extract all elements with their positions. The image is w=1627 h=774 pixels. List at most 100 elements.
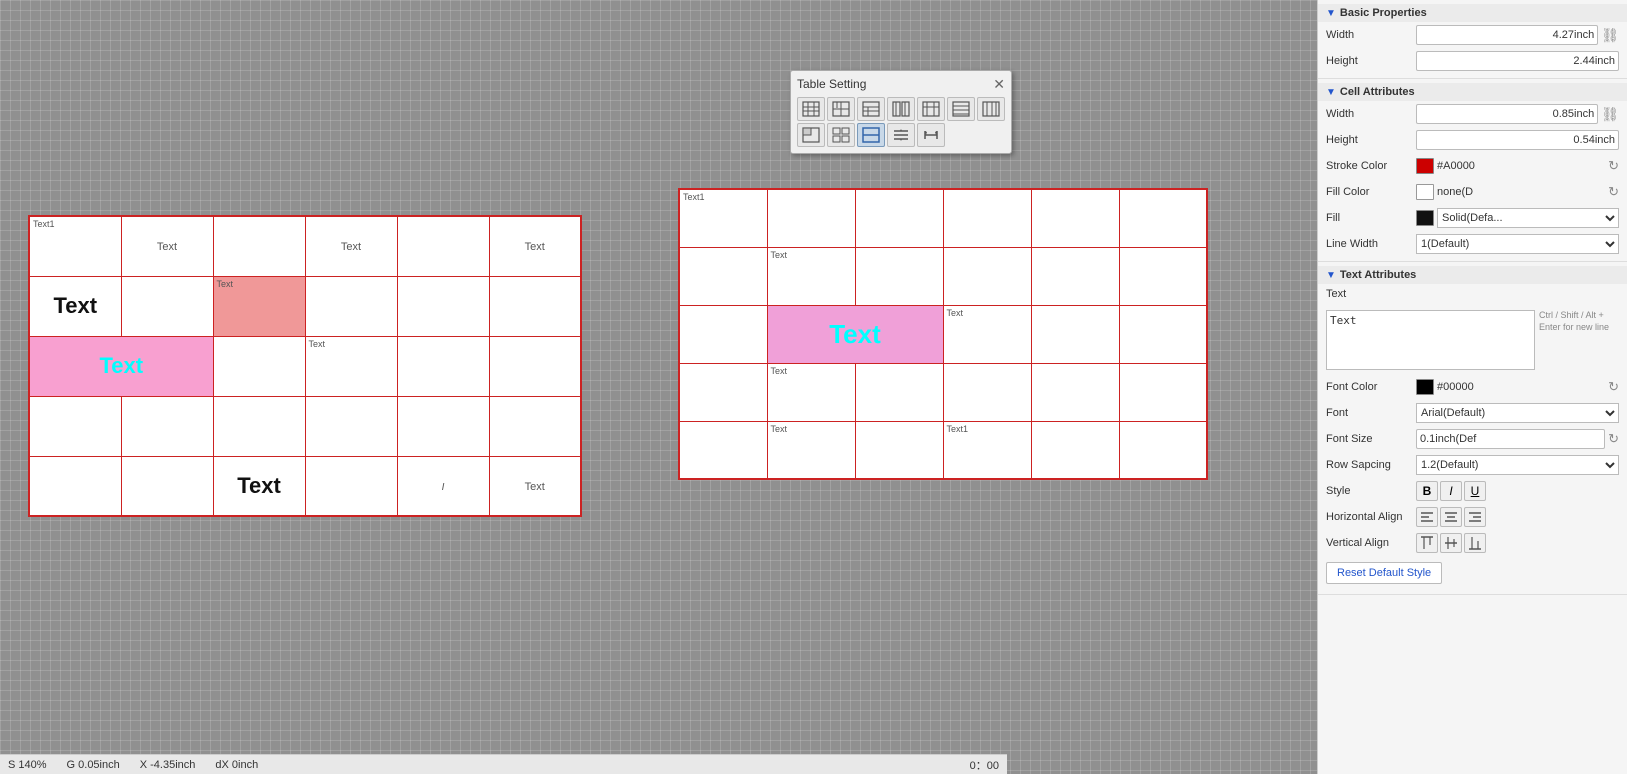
left-cell-1-5[interactable] [489, 276, 581, 336]
cell-width-input[interactable] [1416, 104, 1598, 124]
fill-color-refresh[interactable]: ↻ [1608, 184, 1619, 200]
left-cell-3-5[interactable] [489, 396, 581, 456]
fill-dropdown[interactable]: Solid(Defa... [1437, 208, 1619, 228]
left-cell-3-3[interactable] [305, 396, 397, 456]
stroke-color-refresh[interactable]: ↻ [1608, 158, 1619, 174]
left-cell-2-5[interactable] [489, 336, 581, 396]
line-width-dropdown[interactable]: 1(Default) [1416, 234, 1619, 254]
right-cell-2-5[interactable] [1119, 305, 1207, 363]
ts-icon-11[interactable] [887, 123, 915, 147]
right-cell-2-0[interactable] [679, 305, 767, 363]
left-cell-4-1[interactable] [121, 456, 213, 516]
row-spacing-dropdown[interactable]: 1.2(Default) [1416, 455, 1619, 475]
right-cell-0-2[interactable] [855, 189, 943, 247]
left-cell-0-0[interactable]: Text1 [29, 216, 121, 276]
left-cell-2-4[interactable] [397, 336, 489, 396]
right-cell-3-1[interactable]: Text [767, 363, 855, 421]
right-cell-1-0[interactable] [679, 247, 767, 305]
right-cell-1-4[interactable] [1031, 247, 1119, 305]
font-dropdown[interactable]: Arial(Default) [1416, 403, 1619, 423]
right-cell-4-0[interactable] [679, 421, 767, 479]
left-cell-3-2[interactable] [213, 396, 305, 456]
ts-icon-7[interactable] [977, 97, 1005, 121]
ts-icon-10[interactable] [857, 123, 885, 147]
right-cell-3-2[interactable] [855, 363, 943, 421]
left-cell-0-4[interactable] [397, 216, 489, 276]
link-icon-cell[interactable]: ⛓ [1601, 106, 1619, 123]
font-color-refresh[interactable]: ↻ [1608, 379, 1619, 395]
font-color-swatch[interactable] [1416, 379, 1434, 395]
right-cell-2-3[interactable]: Text [943, 305, 1031, 363]
left-cell-1-2[interactable]: Text [213, 276, 305, 336]
ts-icon-6[interactable] [947, 97, 975, 121]
right-cell-0-0[interactable]: Text1 [679, 189, 767, 247]
v-align-middle-button[interactable] [1440, 533, 1462, 553]
right-cell-0-1[interactable] [767, 189, 855, 247]
right-cell-3-3[interactable] [943, 363, 1031, 421]
right-cell-3-4[interactable] [1031, 363, 1119, 421]
reset-default-style-button[interactable]: Reset Default Style [1326, 562, 1442, 584]
right-cell-3-0[interactable] [679, 363, 767, 421]
left-cell-1-4[interactable] [397, 276, 489, 336]
left-cell-4-3[interactable] [305, 456, 397, 516]
cell-height-input[interactable] [1416, 130, 1619, 150]
right-cell-1-1[interactable]: Text [767, 247, 855, 305]
left-cell-3-4[interactable] [397, 396, 489, 456]
text-attributes-header[interactable]: ▼ Text Attributes [1318, 266, 1627, 284]
left-cell-1-1[interactable] [121, 276, 213, 336]
left-cell-2-2[interactable] [213, 336, 305, 396]
stroke-color-swatch[interactable] [1416, 158, 1434, 174]
left-cell-2-3[interactable]: Text [305, 336, 397, 396]
basic-properties-header[interactable]: ▼ Basic Properties [1318, 4, 1627, 22]
ts-icon-4[interactable] [887, 97, 915, 121]
v-align-top-button[interactable] [1416, 533, 1438, 553]
underline-button[interactable]: U [1464, 481, 1486, 501]
right-cell-3-5[interactable] [1119, 363, 1207, 421]
left-cell-0-5[interactable]: Text [489, 216, 581, 276]
right-cell-2-1[interactable]: Text [767, 305, 943, 363]
right-cell-0-5[interactable] [1119, 189, 1207, 247]
left-cell-1-3[interactable] [305, 276, 397, 336]
left-cell-0-1[interactable]: Text [121, 216, 213, 276]
ts-icon-9[interactable] [827, 123, 855, 147]
left-cell-4-0[interactable] [29, 456, 121, 516]
left-cell-3-0[interactable] [29, 396, 121, 456]
right-cell-1-2[interactable] [855, 247, 943, 305]
left-cell-4-4[interactable]: I [397, 456, 489, 516]
right-cell-2-4[interactable] [1031, 305, 1119, 363]
left-cell-0-2[interactable] [213, 216, 305, 276]
fill-color-swatch[interactable] [1416, 184, 1434, 200]
ts-icon-1[interactable] [797, 97, 825, 121]
basic-height-input[interactable] [1416, 51, 1619, 71]
h-align-right-button[interactable] [1464, 507, 1486, 527]
right-cell-1-5[interactable] [1119, 247, 1207, 305]
right-cell-4-4[interactable] [1031, 421, 1119, 479]
right-cell-0-4[interactable] [1031, 189, 1119, 247]
left-cell-0-3[interactable]: Text [305, 216, 397, 276]
bold-button[interactable]: B [1416, 481, 1438, 501]
italic-button[interactable]: I [1440, 481, 1462, 501]
font-size-refresh[interactable]: ↻ [1608, 431, 1619, 447]
right-cell-0-3[interactable] [943, 189, 1031, 247]
left-cell-2-0[interactable]: Text [29, 336, 213, 396]
table-setting-title-bar[interactable]: Table Setting ✕ [797, 77, 1005, 91]
ts-icon-12[interactable] [917, 123, 945, 147]
table-setting-close-button[interactable]: ✕ [993, 77, 1005, 91]
basic-width-input[interactable] [1416, 25, 1598, 45]
ts-icon-8[interactable] [797, 123, 825, 147]
link-icon-basic[interactable]: ⛓ [1601, 27, 1619, 44]
cell-attributes-header[interactable]: ▼ Cell Attributes [1318, 83, 1627, 101]
ts-icon-3[interactable] [857, 97, 885, 121]
left-cell-4-5[interactable]: Text [489, 456, 581, 516]
right-cell-4-3[interactable]: Text1 [943, 421, 1031, 479]
left-cell-1-0[interactable]: Text [29, 276, 121, 336]
ts-icon-5[interactable] [917, 97, 945, 121]
text-edit-area[interactable]: Text [1326, 310, 1535, 370]
right-cell-4-5[interactable] [1119, 421, 1207, 479]
left-cell-3-1[interactable] [121, 396, 213, 456]
left-cell-4-2[interactable]: Text [213, 456, 305, 516]
right-cell-4-2[interactable] [855, 421, 943, 479]
h-align-left-button[interactable] [1416, 507, 1438, 527]
ts-icon-2[interactable] [827, 97, 855, 121]
right-cell-1-3[interactable] [943, 247, 1031, 305]
